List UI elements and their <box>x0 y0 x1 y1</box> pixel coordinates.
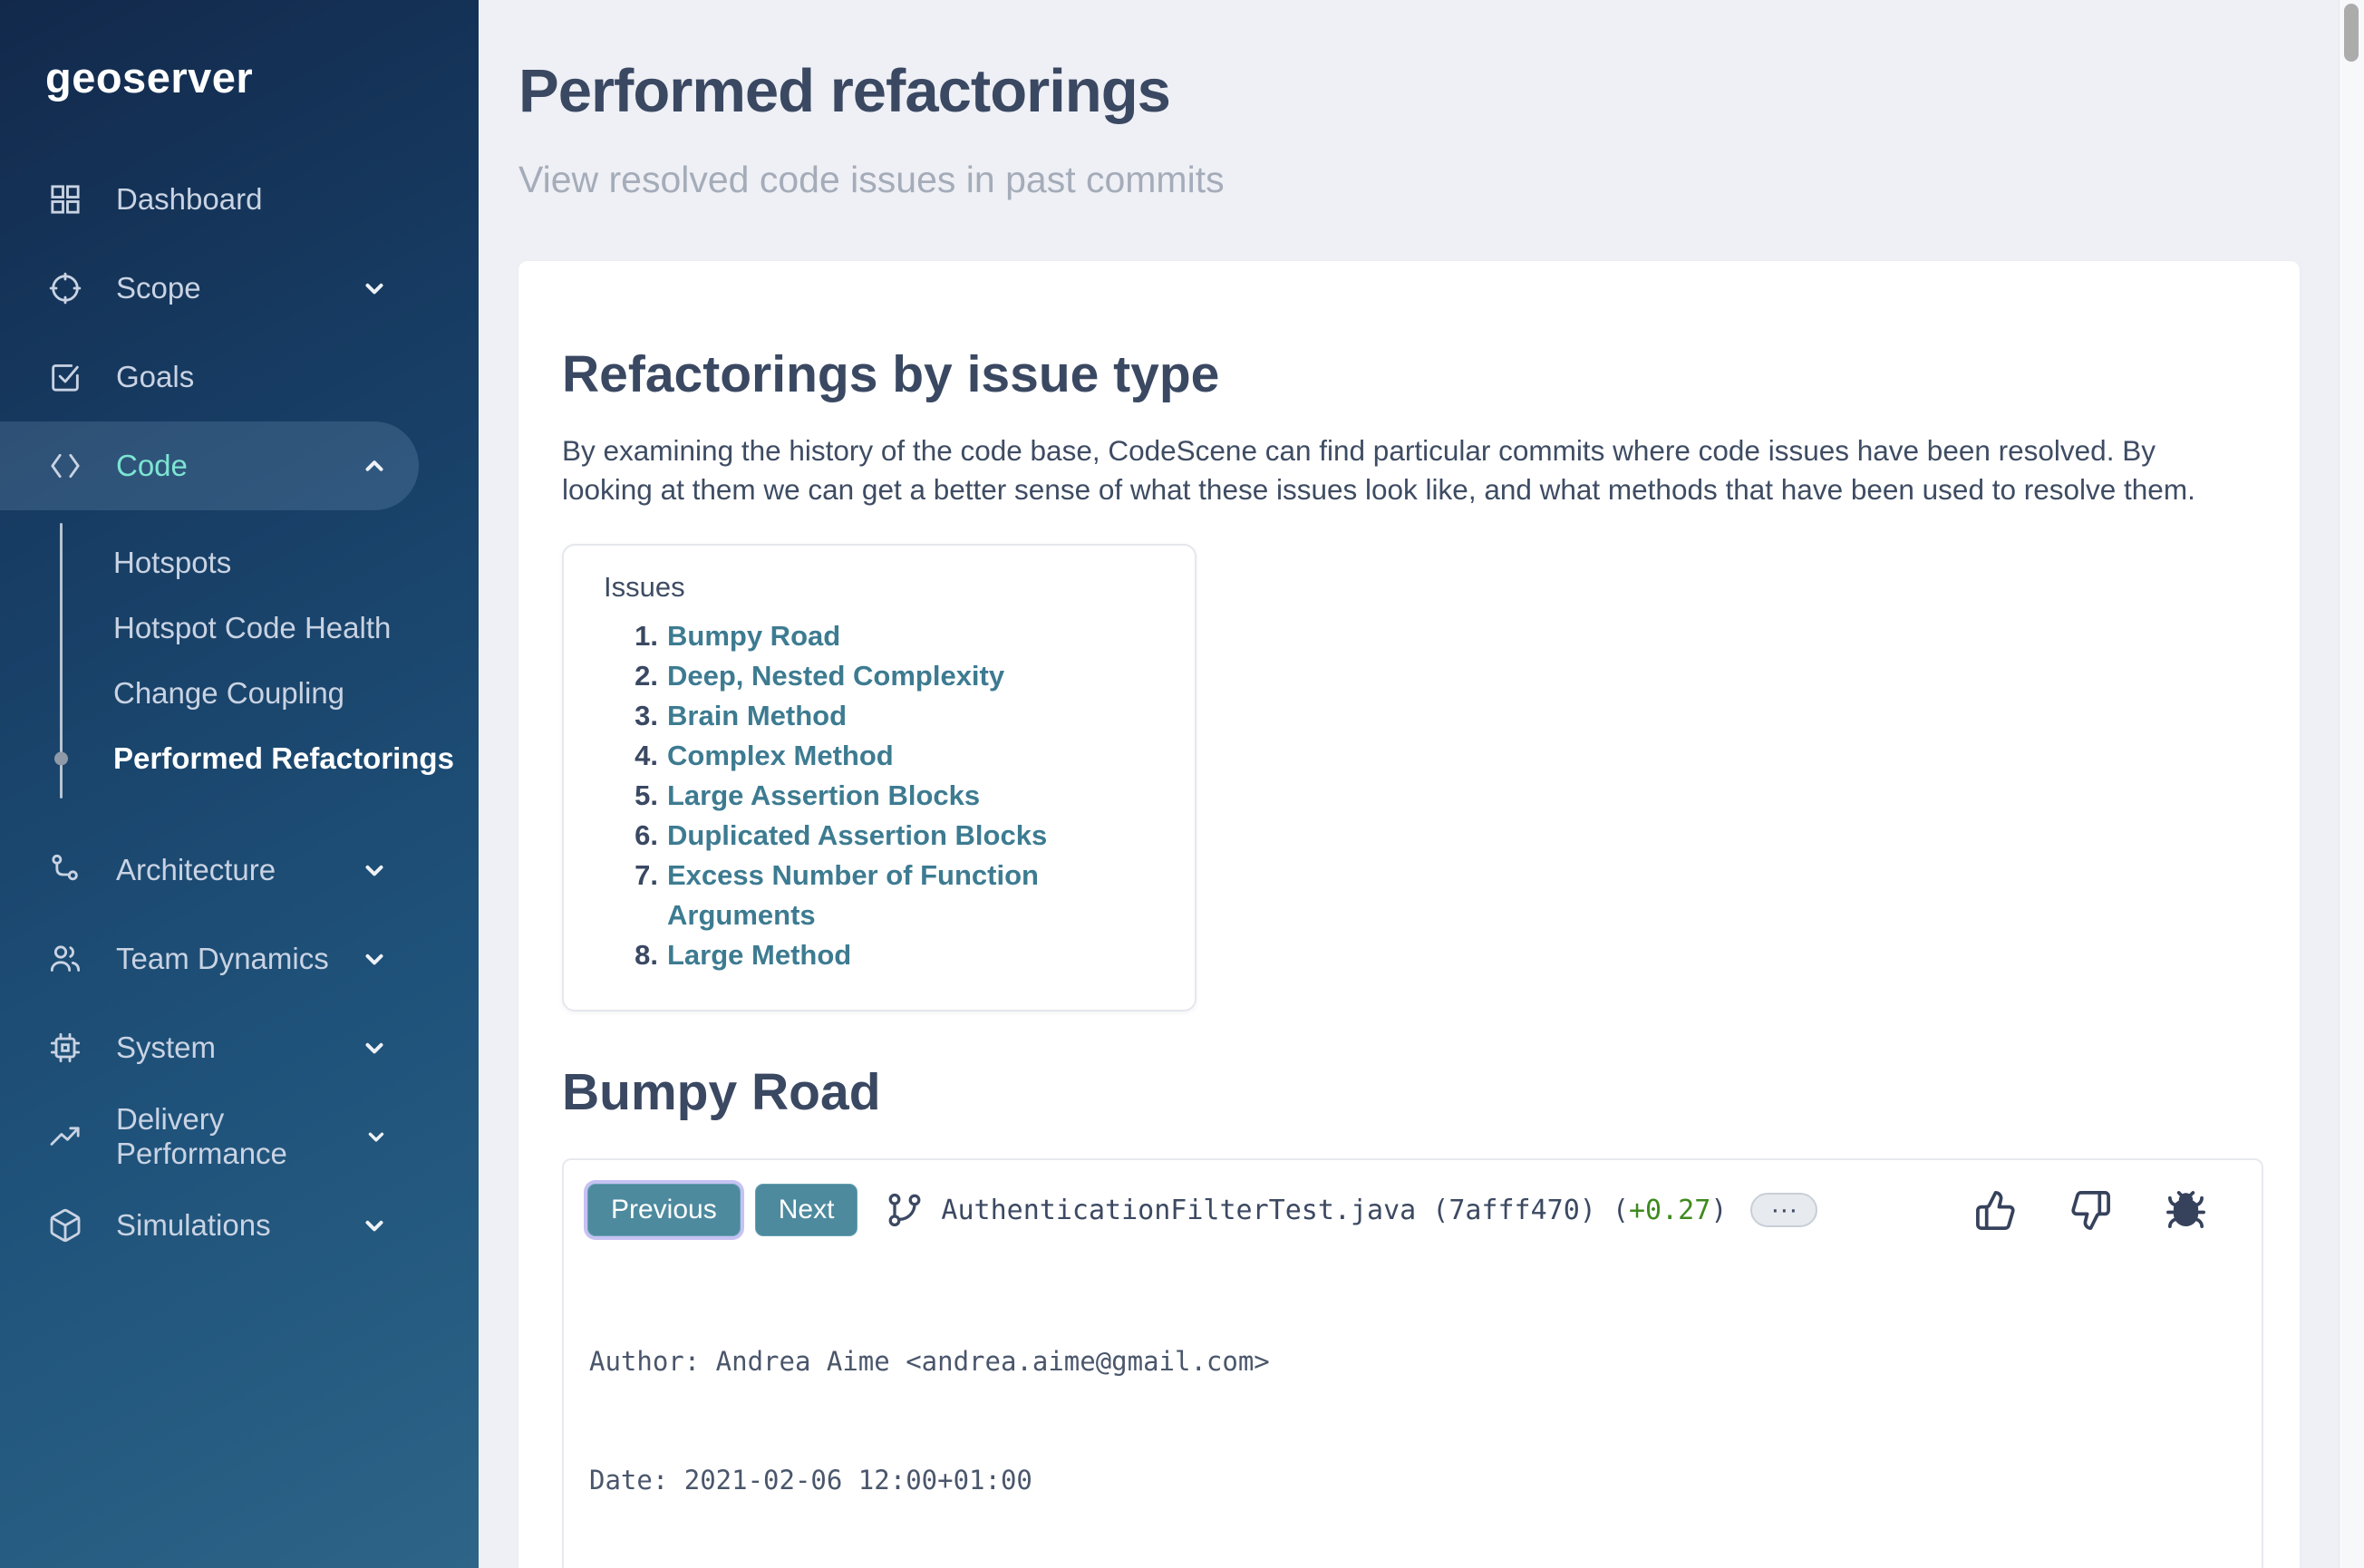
scrollbar-thumb[interactable] <box>2344 4 2359 62</box>
issue-link-complex-method[interactable]: Complex Method <box>667 736 894 776</box>
commit-title-segment: ) <box>1710 1194 1728 1226</box>
sidebar-item-architecture[interactable]: Architecture <box>0 826 419 915</box>
more-options-button[interactable]: ··· <box>1750 1193 1818 1228</box>
project-logo: geoserver <box>45 53 254 102</box>
issue-number: 2. <box>635 660 658 692</box>
sidebar-item-team-dynamics[interactable]: Team Dynamics <box>0 915 419 1003</box>
chevron-down-icon <box>361 1034 388 1061</box>
delivery-trend-icon <box>47 1118 83 1155</box>
sidebar-item-goals[interactable]: Goals <box>0 333 419 421</box>
sidebar-item-dashboard[interactable]: Dashboard <box>0 155 419 244</box>
page-subtitle: View resolved code issues in past commit… <box>518 159 1225 200</box>
issue-list-item: 8. Large Method <box>604 935 1169 975</box>
team-people-icon <box>47 941 83 977</box>
issue-list-item: 4. Complex Method <box>604 736 1169 776</box>
issue-number: 3. <box>635 700 658 732</box>
issues-box-label: Issues <box>604 571 685 604</box>
chevron-up-icon <box>361 452 388 479</box>
issue-link-duplicated-assertion-blocks[interactable]: Duplicated Assertion Blocks <box>667 816 1047 856</box>
commit-toolbar: Previous Next AuthenticationFilterTest.j… <box>564 1160 2262 1237</box>
refactoring-section-title: Bumpy Road <box>562 1063 881 1122</box>
sidebar-item-system[interactable]: System <box>0 1003 419 1092</box>
sidebar-item-label: Dashboard <box>116 182 263 216</box>
dashboard-grid-icon <box>47 181 83 218</box>
sidebar-item-label: Code <box>116 449 188 482</box>
issue-list-item: 1. Bumpy Road <box>604 616 1169 656</box>
page-title: Performed refactorings <box>518 57 1171 125</box>
system-chip-icon <box>47 1030 83 1066</box>
sidebar-subitem-change-coupling[interactable]: Change Coupling <box>0 661 479 726</box>
sidebar-item-simulations[interactable]: Simulations <box>0 1181 419 1270</box>
issue-link-deep-nested-complexity[interactable]: Deep, Nested Complexity <box>667 656 1004 696</box>
git-branch-icon <box>885 1190 925 1230</box>
issue-list-item: 3. Brain Method <box>604 696 1169 736</box>
issue-link-bumpy-road[interactable]: Bumpy Road <box>667 616 840 656</box>
simulations-cube-icon <box>47 1207 83 1244</box>
sidebar-item-label: System <box>116 1031 217 1064</box>
code-brackets-icon <box>47 448 83 484</box>
commit-title-segment: +0.27 <box>1629 1194 1711 1226</box>
sidebar-item-label: Architecture <box>116 853 276 886</box>
issue-link-brain-method[interactable]: Brain Method <box>667 696 847 736</box>
issue-number: 1. <box>635 620 658 653</box>
issue-list-item: 7. Excess Number of Function Arguments <box>604 856 1169 935</box>
sidebar-submenu-code: Hotspots Hotspot Code Health Change Coupli… <box>0 519 479 802</box>
thumbs-up-icon[interactable] <box>1974 1189 2017 1232</box>
scope-target-icon <box>47 270 83 306</box>
issue-list-item: 2. Deep, Nested Complexity <box>604 656 1169 696</box>
goals-check-icon <box>47 359 83 395</box>
sidebar-item-label: Simulations <box>116 1208 271 1242</box>
chevron-down-icon <box>361 857 388 884</box>
sidebar-nav: Dashboard Scope Goals Code Hotspots Hotspot C… <box>0 155 479 1270</box>
issue-number: 4. <box>635 740 658 772</box>
issue-list-item: 6. Duplicated Assertion Blocks <box>604 816 1169 856</box>
commit-panel: Previous Next AuthenticationFilterTest.j… <box>562 1158 2263 1568</box>
chevron-down-icon <box>364 1123 388 1150</box>
issue-number: 8. <box>635 939 658 972</box>
sidebar-item-scope[interactable]: Scope <box>0 244 419 333</box>
commit-title-segment: AuthenticationFilterTest.java (7afff470)… <box>941 1194 1629 1226</box>
chevron-down-icon <box>361 275 388 302</box>
sidebar-item-label: Team Dynamics <box>116 942 329 975</box>
content-card: Refactorings by issue type By examining … <box>518 261 2300 1568</box>
commit-author: Author: Andrea Aime <andrea.aime@gmail.c… <box>589 1346 1270 1378</box>
issue-link-large-method[interactable]: Large Method <box>667 935 851 975</box>
section-description: By examining the history of the code bas… <box>562 434 2195 507</box>
issue-list-item: 5. Large Assertion Blocks <box>604 776 1169 816</box>
issue-number: 7. <box>635 859 658 892</box>
sidebar-item-code[interactable]: Code <box>0 421 419 510</box>
architecture-branch-icon <box>47 852 83 888</box>
sidebar-item-label: Delivery Performance <box>116 1102 287 1170</box>
chevron-down-icon <box>361 945 388 973</box>
issue-number: 6. <box>635 819 658 852</box>
sidebar-subitem-hotspots[interactable]: Hotspots <box>0 530 479 595</box>
next-button[interactable]: Next <box>754 1184 858 1237</box>
commit-date: Date: 2021-02-06 12:00+01:00 <box>589 1464 1032 1495</box>
sidebar: geoserver Dashboard Scope Goals Code Hotspot… <box>0 0 479 1568</box>
commit-meta: Author: Andrea Aime <andrea.aime@gmail.c… <box>564 1236 2262 1568</box>
issue-link-large-assertion-blocks[interactable]: Large Assertion Blocks <box>667 776 980 816</box>
issues-list: 1. Bumpy Road 2. Deep, Nested Complexity 3. B… <box>604 616 1169 975</box>
sidebar-item-label: Goals <box>116 360 195 393</box>
previous-button[interactable]: Previous <box>587 1184 741 1237</box>
issue-link-excess-number-of-function-arguments[interactable]: Excess Number of Function Arguments <box>667 856 1169 935</box>
main-content: Performed refactorings View resolved cod… <box>479 0 2364 1568</box>
issue-number: 5. <box>635 779 658 812</box>
chevron-down-icon <box>361 1212 388 1239</box>
commit-title: AuthenticationFilterTest.java (7afff470)… <box>941 1195 1727 1226</box>
section-title: Refactorings by issue type <box>562 345 1220 403</box>
sidebar-item-delivery-performance[interactable]: Delivery Performance <box>0 1092 419 1181</box>
scrollbar-track[interactable] <box>2339 0 2364 1568</box>
bug-icon[interactable] <box>2165 1189 2207 1232</box>
sidebar-item-label: Scope <box>116 271 201 305</box>
sidebar-subitem-hotspot-code-health[interactable]: Hotspot Code Health <box>0 595 479 661</box>
issues-box: Issues 1. Bumpy Road 2. Deep, Nested Comple… <box>562 544 1197 1012</box>
thumbs-down-icon[interactable] <box>2069 1189 2112 1232</box>
sidebar-subitem-performed-refactorings[interactable]: Performed Refactorings <box>0 726 479 791</box>
